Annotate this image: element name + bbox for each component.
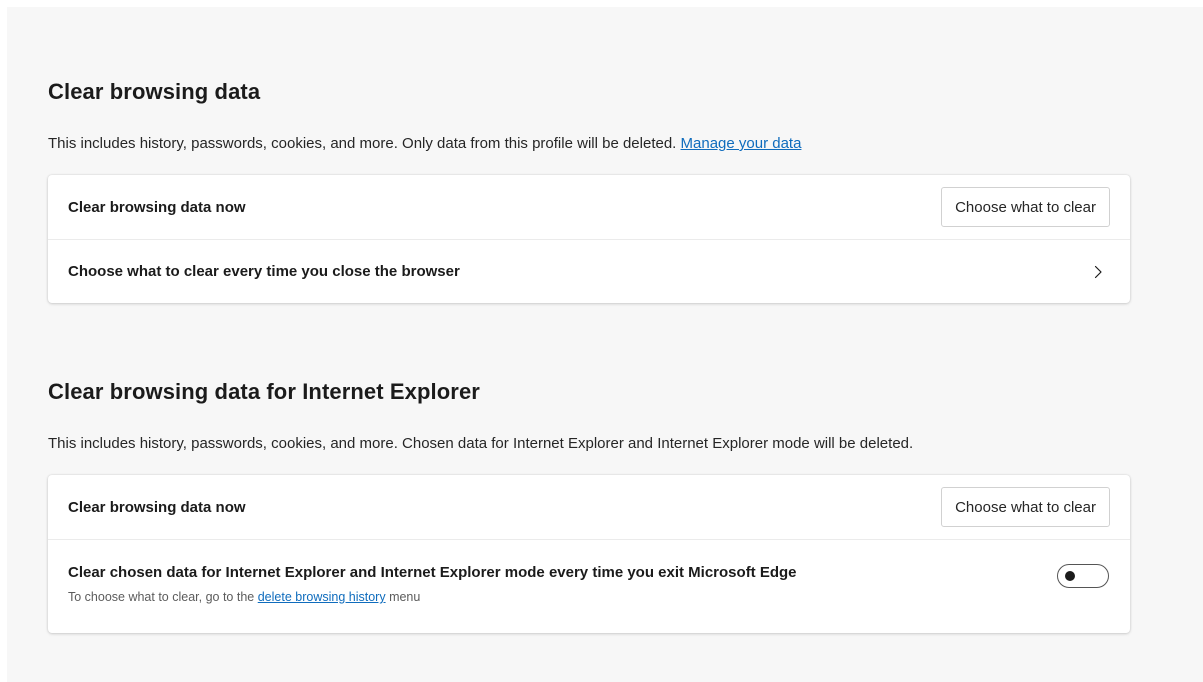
clear-on-exit-toggle[interactable] — [1057, 564, 1109, 588]
clear-on-close-row[interactable]: Choose what to clear every time you clos… — [48, 239, 1130, 303]
clear-on-exit-label: Clear chosen data for Internet Explorer … — [68, 564, 797, 581]
chevron-right-icon[interactable] — [1090, 264, 1106, 280]
choose-what-to-clear-ie-button[interactable]: Choose what to clear — [941, 487, 1110, 527]
choose-what-to-clear-button[interactable]: Choose what to clear — [941, 187, 1110, 227]
clear-on-close-label: Choose what to clear every time you clos… — [68, 263, 460, 280]
section-title-clear-browsing-data: Clear browsing data — [48, 79, 261, 104]
clear-browsing-data-now-label: Clear browsing data now — [68, 198, 246, 216]
clear-on-exit-text: Clear chosen data for Internet Explorer … — [68, 564, 1057, 604]
description-text: This includes history, passwords, cookie… — [48, 135, 677, 152]
clear-on-exit-subtext: To choose what to clear, go to the delet… — [68, 590, 1057, 604]
toggle-knob — [1065, 571, 1075, 581]
delete-browsing-history-link[interactable]: delete browsing history — [258, 590, 386, 604]
clear-on-exit-row: Clear chosen data for Internet Explorer … — [48, 539, 1130, 633]
section-title-clear-browsing-data-ie: Clear browsing data for Internet Explore… — [48, 379, 480, 404]
clear-browsing-data-ie-card: Clear browsing data now Choose what to c… — [48, 475, 1130, 633]
subtext-suffix: menu — [389, 590, 421, 604]
subtext-prefix: To choose what to clear, go to the — [68, 590, 255, 604]
clear-browsing-data-now-ie-label: Clear browsing data now — [68, 498, 246, 516]
section-description: This includes history, passwords, cookie… — [48, 135, 801, 152]
section-description-ie: This includes history, passwords, cookie… — [48, 435, 914, 452]
clear-browsing-data-now-ie-row: Clear browsing data now Choose what to c… — [48, 475, 1130, 539]
clear-browsing-data-now-row: Clear browsing data now Choose what to c… — [48, 175, 1130, 239]
manage-your-data-link[interactable]: Manage your data — [681, 135, 802, 152]
clear-browsing-data-card: Clear browsing data now Choose what to c… — [48, 175, 1130, 303]
settings-page: Clear browsing data This includes histor… — [7, 7, 1203, 682]
